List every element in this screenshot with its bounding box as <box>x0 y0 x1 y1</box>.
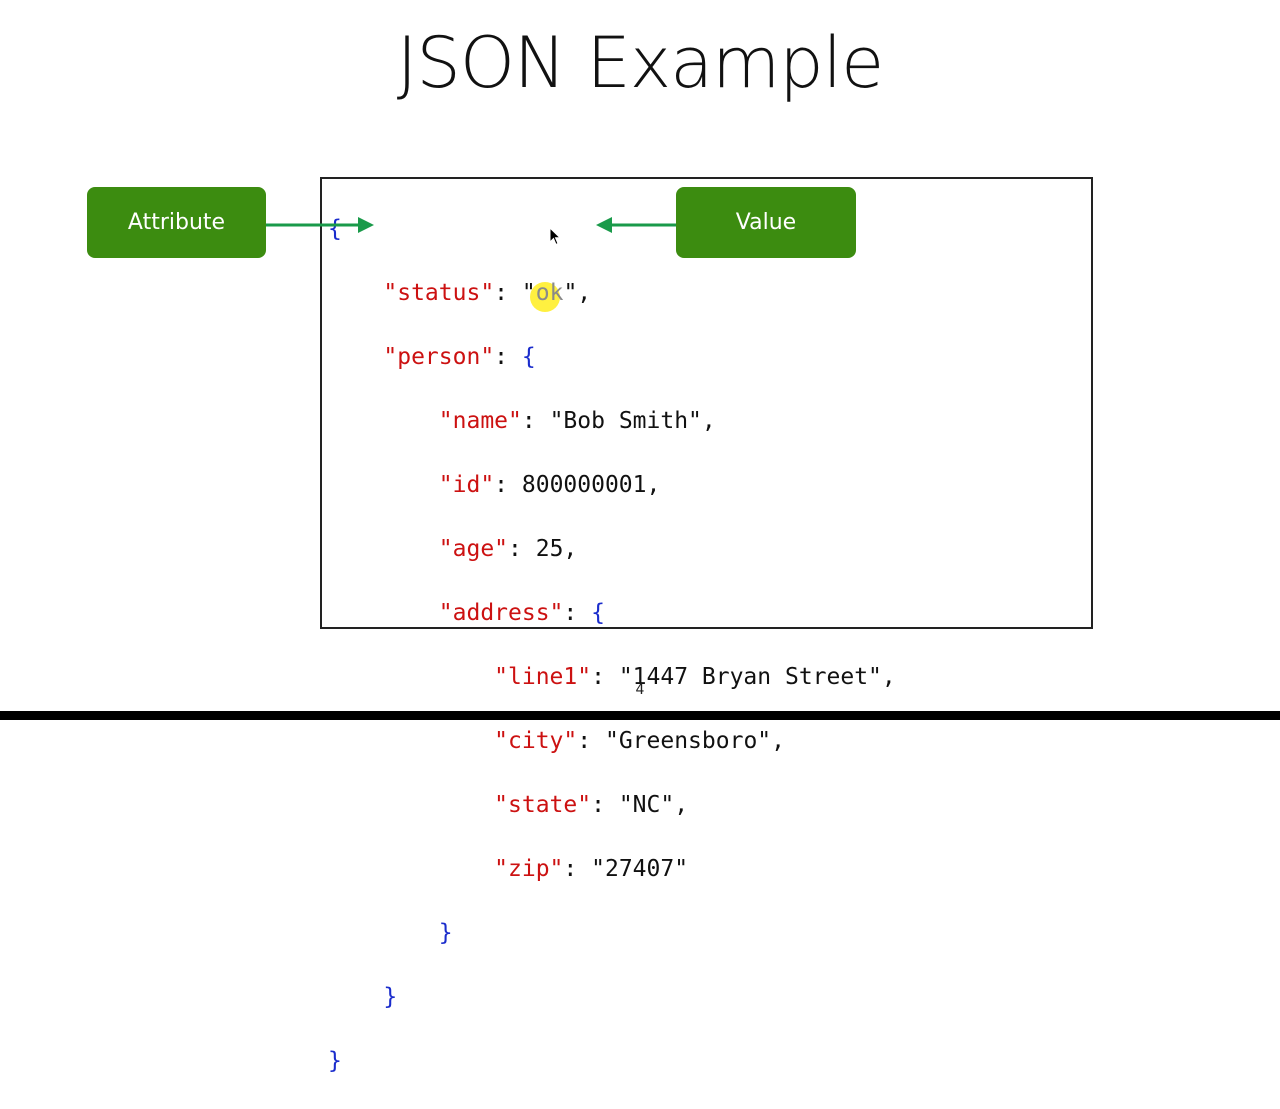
state-key: "state" <box>494 792 592 818</box>
mouse-pointer-icon <box>549 227 562 246</box>
state-value: "NC", <box>618 792 689 818</box>
arrow-right-icon <box>266 217 374 233</box>
page-number: 4 <box>635 682 645 698</box>
city-key: "city" <box>494 728 578 754</box>
video-bottom-bar <box>0 711 1280 720</box>
zip-key: "zip" <box>494 856 564 882</box>
arrow-left-icon <box>596 217 676 233</box>
person-close-brace: } <box>383 984 398 1010</box>
code-line-13: } <box>328 981 896 1013</box>
status-value: ok <box>529 280 563 312</box>
code-line-10: "state": "NC", <box>494 792 689 818</box>
code-line-12: } <box>328 917 896 949</box>
address-close-brace: } <box>438 920 453 946</box>
annotation-arrows <box>266 217 676 233</box>
zip-value: "27407" <box>591 856 689 882</box>
code-line-11: "zip": "27407" <box>494 856 689 882</box>
root-close-brace: } <box>328 1048 342 1074</box>
code-line-14: } <box>328 1045 896 1077</box>
code-line-9: "city": "Greensboro", <box>494 728 785 754</box>
city-value: "Greensboro", <box>604 728 785 754</box>
